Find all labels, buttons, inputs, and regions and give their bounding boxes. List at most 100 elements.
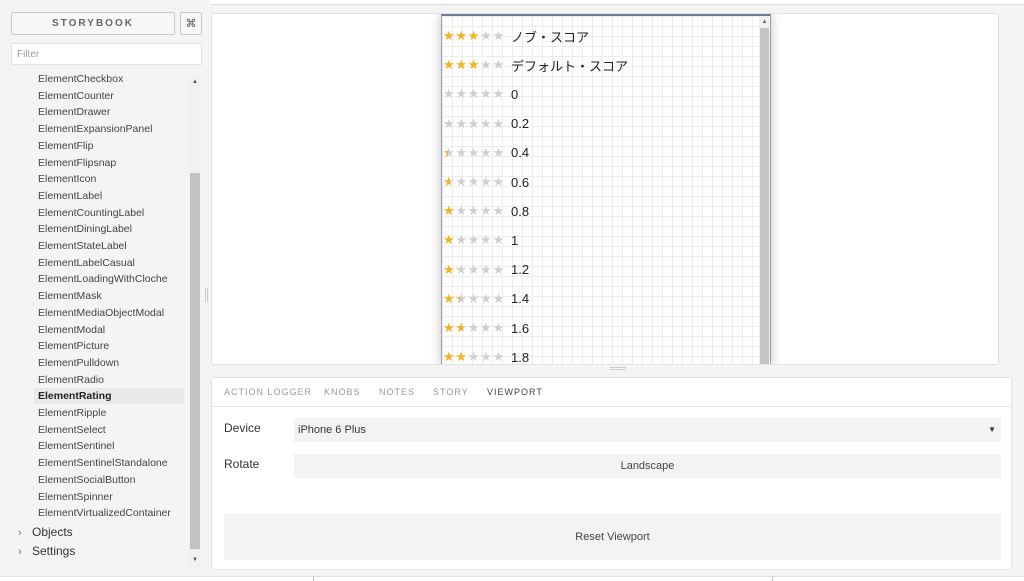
rating-stars: ★★★★★★★ — [442, 290, 509, 306]
sidebar-kind-label: Objects — [32, 524, 73, 539]
tab-knobs[interactable]: KNOBS — [324, 387, 361, 397]
star-icon: ★ — [467, 115, 480, 131]
star-icon: ★ — [467, 349, 480, 365]
sidebar-story-item[interactable]: ElementRadio — [34, 372, 184, 388]
scrollbar-thumb[interactable] — [190, 173, 200, 549]
sidebar-story-item[interactable]: ElementCounter — [34, 88, 184, 104]
star-icon: ★ — [480, 115, 492, 131]
sidebar-story-item[interactable]: ElementPicture — [34, 338, 184, 354]
rating-row: ★★★★★★★1.4 — [442, 288, 529, 310]
star-icon: ★★ — [455, 349, 468, 365]
sidebar-story-item[interactable]: ElementMediaObjectModal — [34, 305, 184, 321]
rating-stars: ★ ★ ★ ★ ★ ★ ★ ★ — [442, 57, 509, 73]
rating-row: ★★★★★★0.4 — [442, 142, 529, 164]
star-icon: ★★ — [443, 28, 455, 43]
scrollbar-thumb[interactable] — [760, 28, 769, 364]
shortcuts-button[interactable]: ⌘ — [180, 12, 202, 35]
rating-label: デフォルト・スコア — [511, 58, 629, 74]
sidebar-story-item[interactable]: ElementLabel — [34, 188, 184, 204]
sidebar-story-item[interactable]: ElementLabelCasual — [34, 255, 184, 271]
rotate-button[interactable]: Landscape — [294, 454, 1001, 478]
star-icon: ★ — [443, 86, 455, 102]
sidebar-story-item[interactable]: ElementMask — [34, 288, 184, 304]
rating-row: ★★★★★★★1.2 — [442, 259, 529, 281]
filter-input[interactable] — [11, 43, 202, 65]
sidebar-story-item[interactable]: ElementDiningLabel — [34, 221, 184, 237]
sidebar-story-item[interactable]: ElementModal — [34, 322, 184, 338]
sidebar-story-item[interactable]: ElementPulldown — [34, 355, 184, 371]
star-icon: ★ — [467, 290, 480, 306]
sidebar-resize-handle[interactable] — [205, 288, 208, 302]
star-icon: ★ — [480, 174, 492, 189]
star-icon: ★★ — [443, 203, 455, 219]
star-icon: ★ — [467, 261, 480, 277]
sidebar-story-item[interactable]: ElementRating — [34, 388, 184, 405]
star-icon: ★ — [467, 203, 480, 219]
sidebar-kind-settings[interactable]: › Settings — [18, 542, 75, 560]
sidebar-story-item[interactable]: ElementFlipsnap — [34, 155, 184, 171]
star-icon: ★ — [492, 144, 505, 160]
rating-label: 0 — [511, 86, 519, 102]
star-icon: ★ — [467, 232, 480, 248]
sidebar-kind-objects[interactable]: › Objects — [18, 523, 73, 541]
sidebar-story-item[interactable]: ElementVirtualizedContainer — [34, 505, 184, 521]
rating-label: 1.2 — [511, 262, 530, 278]
device-select[interactable]: iPhone 6 Plus ▼ — [294, 418, 1001, 442]
sidebar-story-item[interactable]: ElementCheckbox — [34, 71, 184, 87]
sidebar-story-item[interactable]: ElementSentinel — [34, 438, 184, 454]
star-icon: ★★ — [467, 57, 480, 73]
tab-viewport[interactable]: VIEWPORT — [487, 387, 543, 397]
reset-viewport-button[interactable]: Reset Viewport — [224, 514, 1001, 560]
sidebar-story-item[interactable]: ElementSpinner — [34, 489, 184, 505]
bottom-border — [0, 576, 1024, 581]
sidebar-story-item[interactable]: ElementFlip — [34, 138, 184, 154]
rating-stars: ★ ★ ★ ★ ★ ★ ★ ★ — [442, 28, 509, 43]
storybook-brand-button[interactable]: STORYBOOK — [11, 12, 175, 35]
rating-label: 1.8 — [511, 349, 530, 365]
rating-label: 0.6 — [511, 174, 530, 190]
rating-row: ★★★★★★0.8 — [442, 200, 529, 222]
sidebar-story-item[interactable]: ElementDrawer — [34, 104, 184, 120]
rating-label: 1 — [511, 232, 519, 248]
star-icon: ★★ — [443, 115, 455, 131]
sidebar-story-item[interactable]: ElementSelect — [34, 422, 184, 438]
star-icon: ★★ — [443, 174, 455, 189]
preview-scrollbar[interactable]: ▲ — [759, 16, 770, 364]
star-icon: ★★ — [455, 57, 468, 73]
tab-story[interactable]: STORY — [433, 387, 469, 397]
star-icon: ★★ — [455, 320, 468, 335]
sidebar-story-item[interactable]: ElementRipple — [34, 405, 184, 421]
star-icon: ★ — [480, 320, 492, 335]
tab-action-logger[interactable]: ACTION LOGGER — [224, 387, 312, 397]
chevron-right-icon: › — [18, 545, 22, 558]
star-icon: ★ — [455, 115, 468, 131]
tab-notes[interactable]: NOTES — [379, 387, 415, 397]
star-icon: ★ — [492, 57, 505, 73]
star-icon: ★ — [480, 349, 492, 365]
star-icon: ★★ — [443, 232, 455, 248]
rating-label: ノブ・スコア — [511, 29, 590, 45]
rating-row: ★ ★ ★ ★ ★ ★ ★ ★ デフォルト・スコア — [442, 54, 628, 76]
star-icon: ★ — [480, 144, 492, 160]
sidebar-story-item[interactable]: ElementSocialButton — [34, 472, 184, 488]
scroll-up-arrow-icon[interactable]: ▲ — [189, 77, 201, 87]
panel-resize-handle[interactable] — [610, 367, 626, 370]
sidebar-story-item[interactable]: ElementStateLabel — [34, 238, 184, 254]
star-icon: ★ — [492, 320, 505, 335]
rating-stars: ★★★★★★★ — [442, 349, 509, 365]
sidebar-story-item[interactable]: ElementLoadingWithCloche — [34, 271, 184, 287]
sidebar-scrollbar[interactable]: ▲ ▼ — [189, 75, 201, 567]
sidebar-story-item[interactable]: ElementExpansionPanel — [34, 121, 184, 137]
star-icon: ★ — [492, 115, 505, 131]
sidebar-story-item[interactable]: ElementSentinelStandalone — [34, 455, 184, 471]
scroll-up-arrow-icon[interactable]: ▲ — [759, 18, 770, 26]
star-icon: ★ — [455, 86, 468, 102]
chevron-right-icon: › — [18, 526, 22, 539]
star-icon: ★ — [467, 86, 480, 102]
sidebar-story-item[interactable]: ElementCountingLabel — [34, 205, 184, 221]
device-label: Device — [224, 421, 261, 435]
scroll-down-arrow-icon[interactable]: ▼ — [189, 555, 201, 565]
rating-row: ★ ★ ★ ★ ★ ★ ★ ★ ノブ・スコア — [442, 25, 589, 47]
sidebar-story-item[interactable]: ElementIcon — [34, 171, 184, 187]
star-icon: ★ — [455, 232, 468, 248]
